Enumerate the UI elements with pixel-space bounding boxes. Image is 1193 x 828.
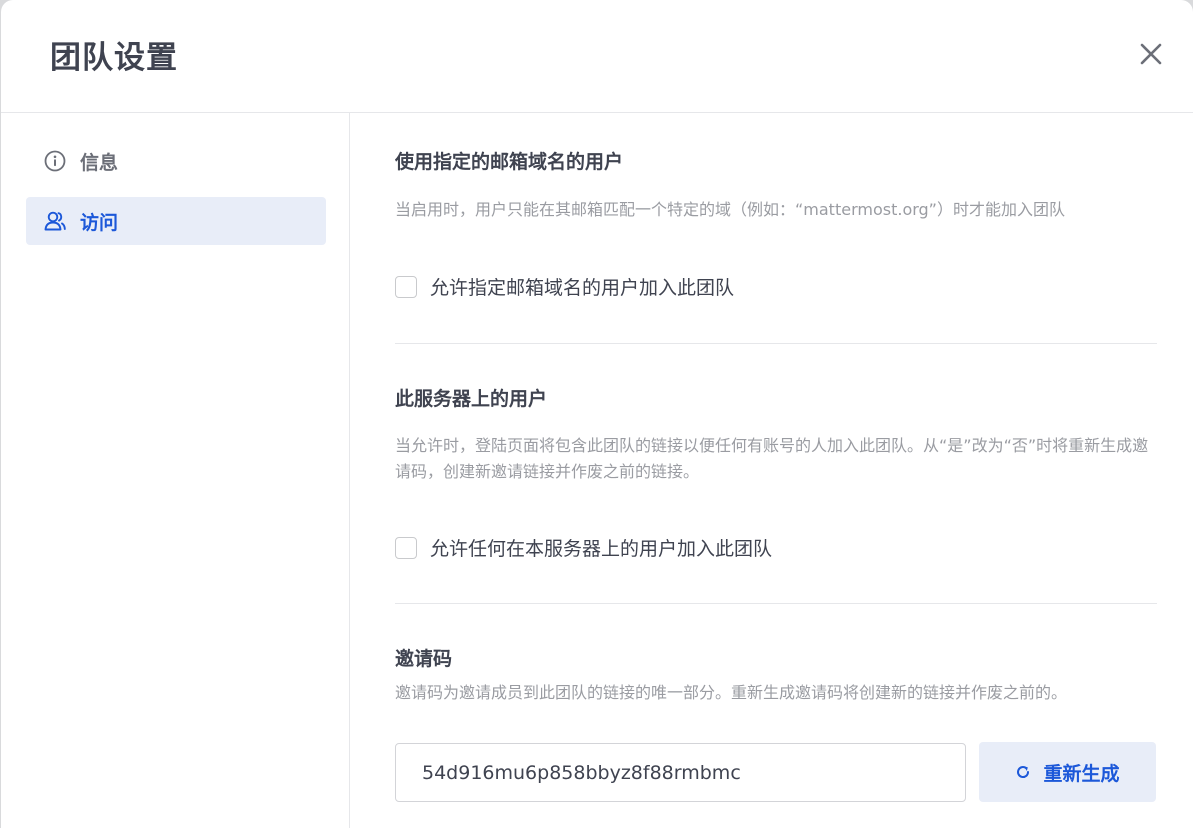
allow-server-users-label: 允许任何在本服务器上的用户加入此团队 xyxy=(430,538,773,560)
invite-code-section-title: 邀请码 xyxy=(395,648,453,670)
sidebar-item-info[interactable]: 信息 xyxy=(26,137,326,185)
allow-email-domain-option[interactable]: 允许指定邮箱域名的用户加入此团队 xyxy=(395,273,734,300)
server-users-section-title: 此服务器上的用户 xyxy=(395,388,548,410)
invite-code-input[interactable] xyxy=(395,743,966,802)
invite-code-section-description: 邀请码为邀请成员到此团队的链接的唯一部分。重新生成邀请码将创建新的链接并作废之前… xyxy=(395,683,1068,702)
section-divider xyxy=(395,343,1157,344)
allow-email-domain-checkbox[interactable] xyxy=(395,275,417,298)
users-icon xyxy=(43,209,67,233)
sidebar-item-access[interactable]: 访问 xyxy=(26,197,326,245)
close-icon xyxy=(1140,43,1162,65)
refresh-icon xyxy=(1017,766,1030,778)
email-domain-section-description: 当启用时，用户只能在其邮箱匹配一个特定的域（例如：“mattermost.org… xyxy=(395,200,1065,219)
allow-server-users-option[interactable]: 允许任何在本服务器上的用户加入此团队 xyxy=(395,534,772,561)
settings-sidebar: 信息 访问 xyxy=(1,113,350,828)
allow-email-domain-label: 允许指定邮箱域名的用户加入此团队 xyxy=(430,277,735,299)
regenerate-button[interactable]: 重新生成 xyxy=(979,742,1156,802)
team-settings-modal: 团队设置 信息 访问 使用指定的邮箱域名的用户 当启用时，用户只能在其邮箱匹配一… xyxy=(1,0,1193,828)
info-circle-icon xyxy=(43,149,67,173)
section-divider xyxy=(395,603,1157,604)
allow-server-users-checkbox[interactable] xyxy=(395,536,417,559)
sidebar-item-label: 信息 xyxy=(80,151,119,174)
email-domain-section-title: 使用指定的邮箱域名的用户 xyxy=(395,151,624,173)
modal-title: 团队设置 xyxy=(50,40,178,76)
modal-header: 团队设置 xyxy=(1,0,1193,113)
sidebar-item-label: 访问 xyxy=(80,211,119,234)
regenerate-label: 重新生成 xyxy=(1043,762,1120,785)
close-button[interactable] xyxy=(1135,38,1167,70)
server-users-section-description: 当允许时，登陆页面将包含此团队的链接以便任何有账号的人加入此团队。从“是”改为“… xyxy=(395,436,1149,481)
